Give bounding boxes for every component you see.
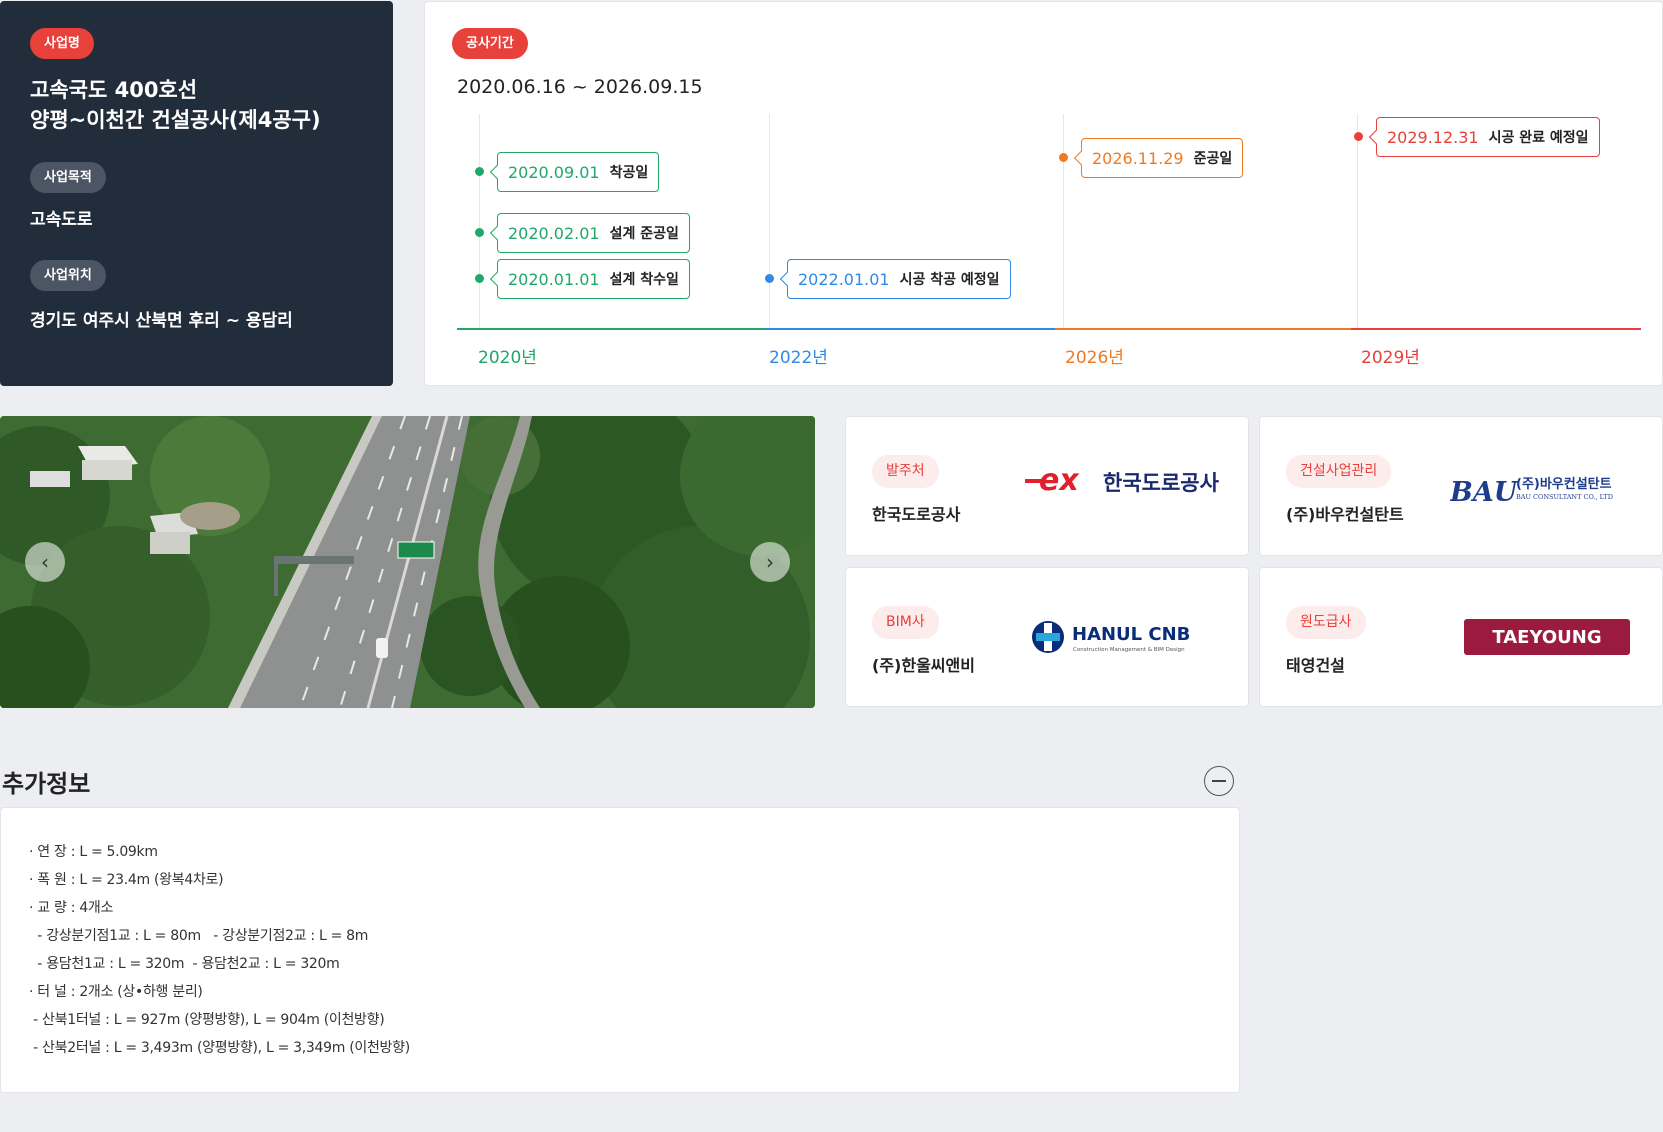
event-tag-start: 2020.09.01 착공일 <box>497 152 660 192</box>
project-name: 고속국도 400호선 양평~이천간 건설공사(제4공구) <box>30 78 321 132</box>
timeline-axis-2029 <box>1351 328 1641 330</box>
timeline-axis-2020 <box>457 328 765 330</box>
spec-width: · 폭 원 : L = 23.4m (왕복4차로) <box>29 872 224 888</box>
company-name: 한국도로공사 <box>872 505 961 524</box>
timeline-gridline <box>1357 114 1358 328</box>
extra-info-box: · 연 장 : L = 5.09km · 폭 원 : L = 23.4m (왕복… <box>0 807 1240 1093</box>
period-label: 공사기간 <box>452 28 528 59</box>
chevron-right-icon[interactable]: › <box>750 542 790 582</box>
event-dot <box>475 167 484 176</box>
event-label: 설계 착수일 <box>609 272 679 288</box>
svg-text:HANUL CNB: HANUL CNB <box>1072 624 1190 645</box>
event-dot <box>765 274 774 283</box>
company-card-bim: BIM사 (주)한울씨앤비 HANUL CNB Construction Man… <box>845 567 1249 707</box>
project-location-label: 사업위치 <box>30 260 106 291</box>
event-label: 시공 착공 예정일 <box>899 272 1000 288</box>
project-location: 경기도 여주시 산북면 후리 ~ 용담리 <box>30 311 293 331</box>
project-purpose-label: 사업목적 <box>30 162 106 193</box>
spec-tunnels: · 터 널 : 2개소 (상•하행 분리) <box>29 984 203 1000</box>
company-card-client: 발주처 한국도로공사 ex 한국도로공사 <box>845 416 1249 556</box>
spec-bridges: · 교 량 : 4개소 <box>29 900 114 916</box>
project-purpose: 고속도로 <box>30 210 93 230</box>
year-label-2022: 2022년 <box>769 348 828 368</box>
timeline-gridline <box>769 114 770 328</box>
spec-tunnel-detail-2: - 산북2터널 : L = 3,493m (양평방향), L = 3,349m … <box>29 1040 410 1056</box>
company-card-contractor: 원도급사 태영건설 TAEYOUNG <box>1259 567 1663 707</box>
site-photo-slider[interactable]: ‹ › <box>0 416 815 708</box>
construction-period: 2020.06.16 ~ 2026.09.15 <box>457 76 703 98</box>
spec-bridge-detail-1: - 강상분기점1교 : L = 80m - 강상분기점2교 : L = 8m <box>29 928 369 944</box>
svg-text:BAU CONSULTANT CO., LTD: BAU CONSULTANT CO., LTD <box>1516 493 1613 501</box>
year-label-2020: 2020년 <box>478 348 537 368</box>
timeline-gridline <box>479 114 480 328</box>
project-name-label: 사업명 <box>30 28 94 59</box>
event-dot <box>475 228 484 237</box>
year-label-2026: 2026년 <box>1065 348 1124 368</box>
svg-text:Construction Management & BIM: Construction Management & BIM Design <box>1073 647 1185 653</box>
spec-bridge-detail-2: - 용담천1교 : L = 320m - 용담천2교 : L = 320m <box>29 956 340 972</box>
event-label: 착공일 <box>609 165 649 181</box>
svg-text:(주)바우컨설탄트: (주)바우컨설탄트 <box>1516 476 1612 492</box>
event-date: 2020.01.01 <box>508 269 600 289</box>
company-card-cm: 건설사업관리 (주)바우컨설탄트 BAU (주)바우컨설탄트 BAU CONSU… <box>1259 416 1663 556</box>
svg-text:ex: ex <box>1039 465 1080 497</box>
event-dot <box>1059 153 1068 162</box>
company-role: BIM사 <box>872 606 939 639</box>
ex-logo: ex 한국도로공사 <box>1025 463 1220 501</box>
hanul-cnb-logo: HANUL CNB Construction Management & BIM … <box>1030 618 1210 660</box>
event-date: 2020.09.01 <box>508 162 600 182</box>
svg-text:한국도로공사: 한국도로공사 <box>1103 471 1220 495</box>
project-info-card: 사업명 고속국도 400호선 양평~이천간 건설공사(제4공구) 사업목적 고속… <box>0 1 393 386</box>
event-label: 준공일 <box>1193 151 1233 167</box>
event-date: 2029.12.31 <box>1387 127 1479 147</box>
event-label: 시공 완료 예정일 <box>1488 130 1589 146</box>
spec-length: · 연 장 : L = 5.09km <box>29 844 158 860</box>
event-date: 2022.01.01 <box>798 269 890 289</box>
timeline-axis-2026 <box>1055 328 1351 330</box>
company-role: 발주처 <box>872 455 939 488</box>
chevron-left-icon[interactable]: ‹ <box>25 542 65 582</box>
construction-timeline: 공사기간 2020.06.16 ~ 2026.09.15 2020년 2022년… <box>424 1 1663 386</box>
extra-info-title: 추가정보 <box>2 770 91 798</box>
company-role: 원도급사 <box>1286 606 1366 639</box>
timeline-axis-2022 <box>765 328 1055 330</box>
event-dot <box>475 274 484 283</box>
svg-text:BAU: BAU <box>1450 477 1519 505</box>
timeline-gridline <box>1063 114 1064 328</box>
event-date: 2020.02.01 <box>508 223 600 243</box>
taeyoung-logo: TAEYOUNG <box>1464 619 1630 659</box>
highway-aerial-photo <box>0 416 815 708</box>
event-tag-design-complete: 2020.02.01 설계 준공일 <box>497 213 690 253</box>
company-role: 건설사업관리 <box>1286 455 1392 488</box>
event-label: 설계 준공일 <box>609 226 679 242</box>
event-tag-construction-end: 2029.12.31 시공 완료 예정일 <box>1376 117 1600 157</box>
bau-logo: BAU (주)바우컨설탄트 BAU CONSULTANT CO., LTD <box>1449 475 1630 509</box>
event-tag-completion: 2026.11.29 준공일 <box>1081 138 1244 178</box>
event-tag-design-start: 2020.01.01 설계 착수일 <box>497 259 690 299</box>
minus-circle-icon[interactable] <box>1204 766 1234 796</box>
svg-text:TAEYOUNG: TAEYOUNG <box>1492 627 1601 648</box>
spec-tunnel-detail-1: - 산북1터널 : L = 927m (양평방향), L = 904m (이천방… <box>29 1012 385 1028</box>
event-dot <box>1354 132 1363 141</box>
event-date: 2026.11.29 <box>1092 148 1184 168</box>
event-tag-construction-start: 2022.01.01 시공 착공 예정일 <box>787 259 1011 299</box>
year-label-2029: 2029년 <box>1361 348 1420 368</box>
